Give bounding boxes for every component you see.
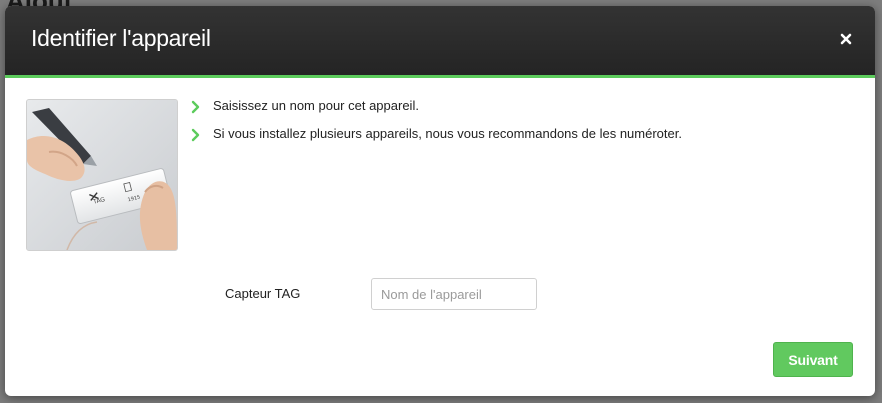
next-button[interactable]: Suivant [773, 342, 853, 377]
instructions-list: Saisissez un nom pour cet appareil. Si v… [191, 97, 682, 153]
dialog-header: Identifier l'appareil [5, 6, 875, 78]
instruction-item: Si vous installez plusieurs appareils, n… [191, 125, 682, 153]
close-button[interactable] [839, 32, 853, 46]
device-tag-photo: TAG 1915 [26, 99, 178, 251]
instruction-text: Si vous installez plusieurs appareils, n… [213, 126, 682, 141]
identify-device-dialog: Identifier l'appareil TAG 1915 Saisissez… [5, 6, 875, 396]
chevron-right-icon [191, 100, 200, 114]
device-type-label: Capteur TAG [225, 286, 301, 301]
instruction-text: Saisissez un nom pour cet appareil. [213, 98, 419, 113]
close-icon [840, 33, 852, 45]
instruction-item: Saisissez un nom pour cet appareil. [191, 97, 682, 125]
chevron-right-icon [191, 128, 200, 142]
device-name-input[interactable] [371, 278, 537, 310]
dialog-title: Identifier l'appareil [31, 25, 211, 51]
